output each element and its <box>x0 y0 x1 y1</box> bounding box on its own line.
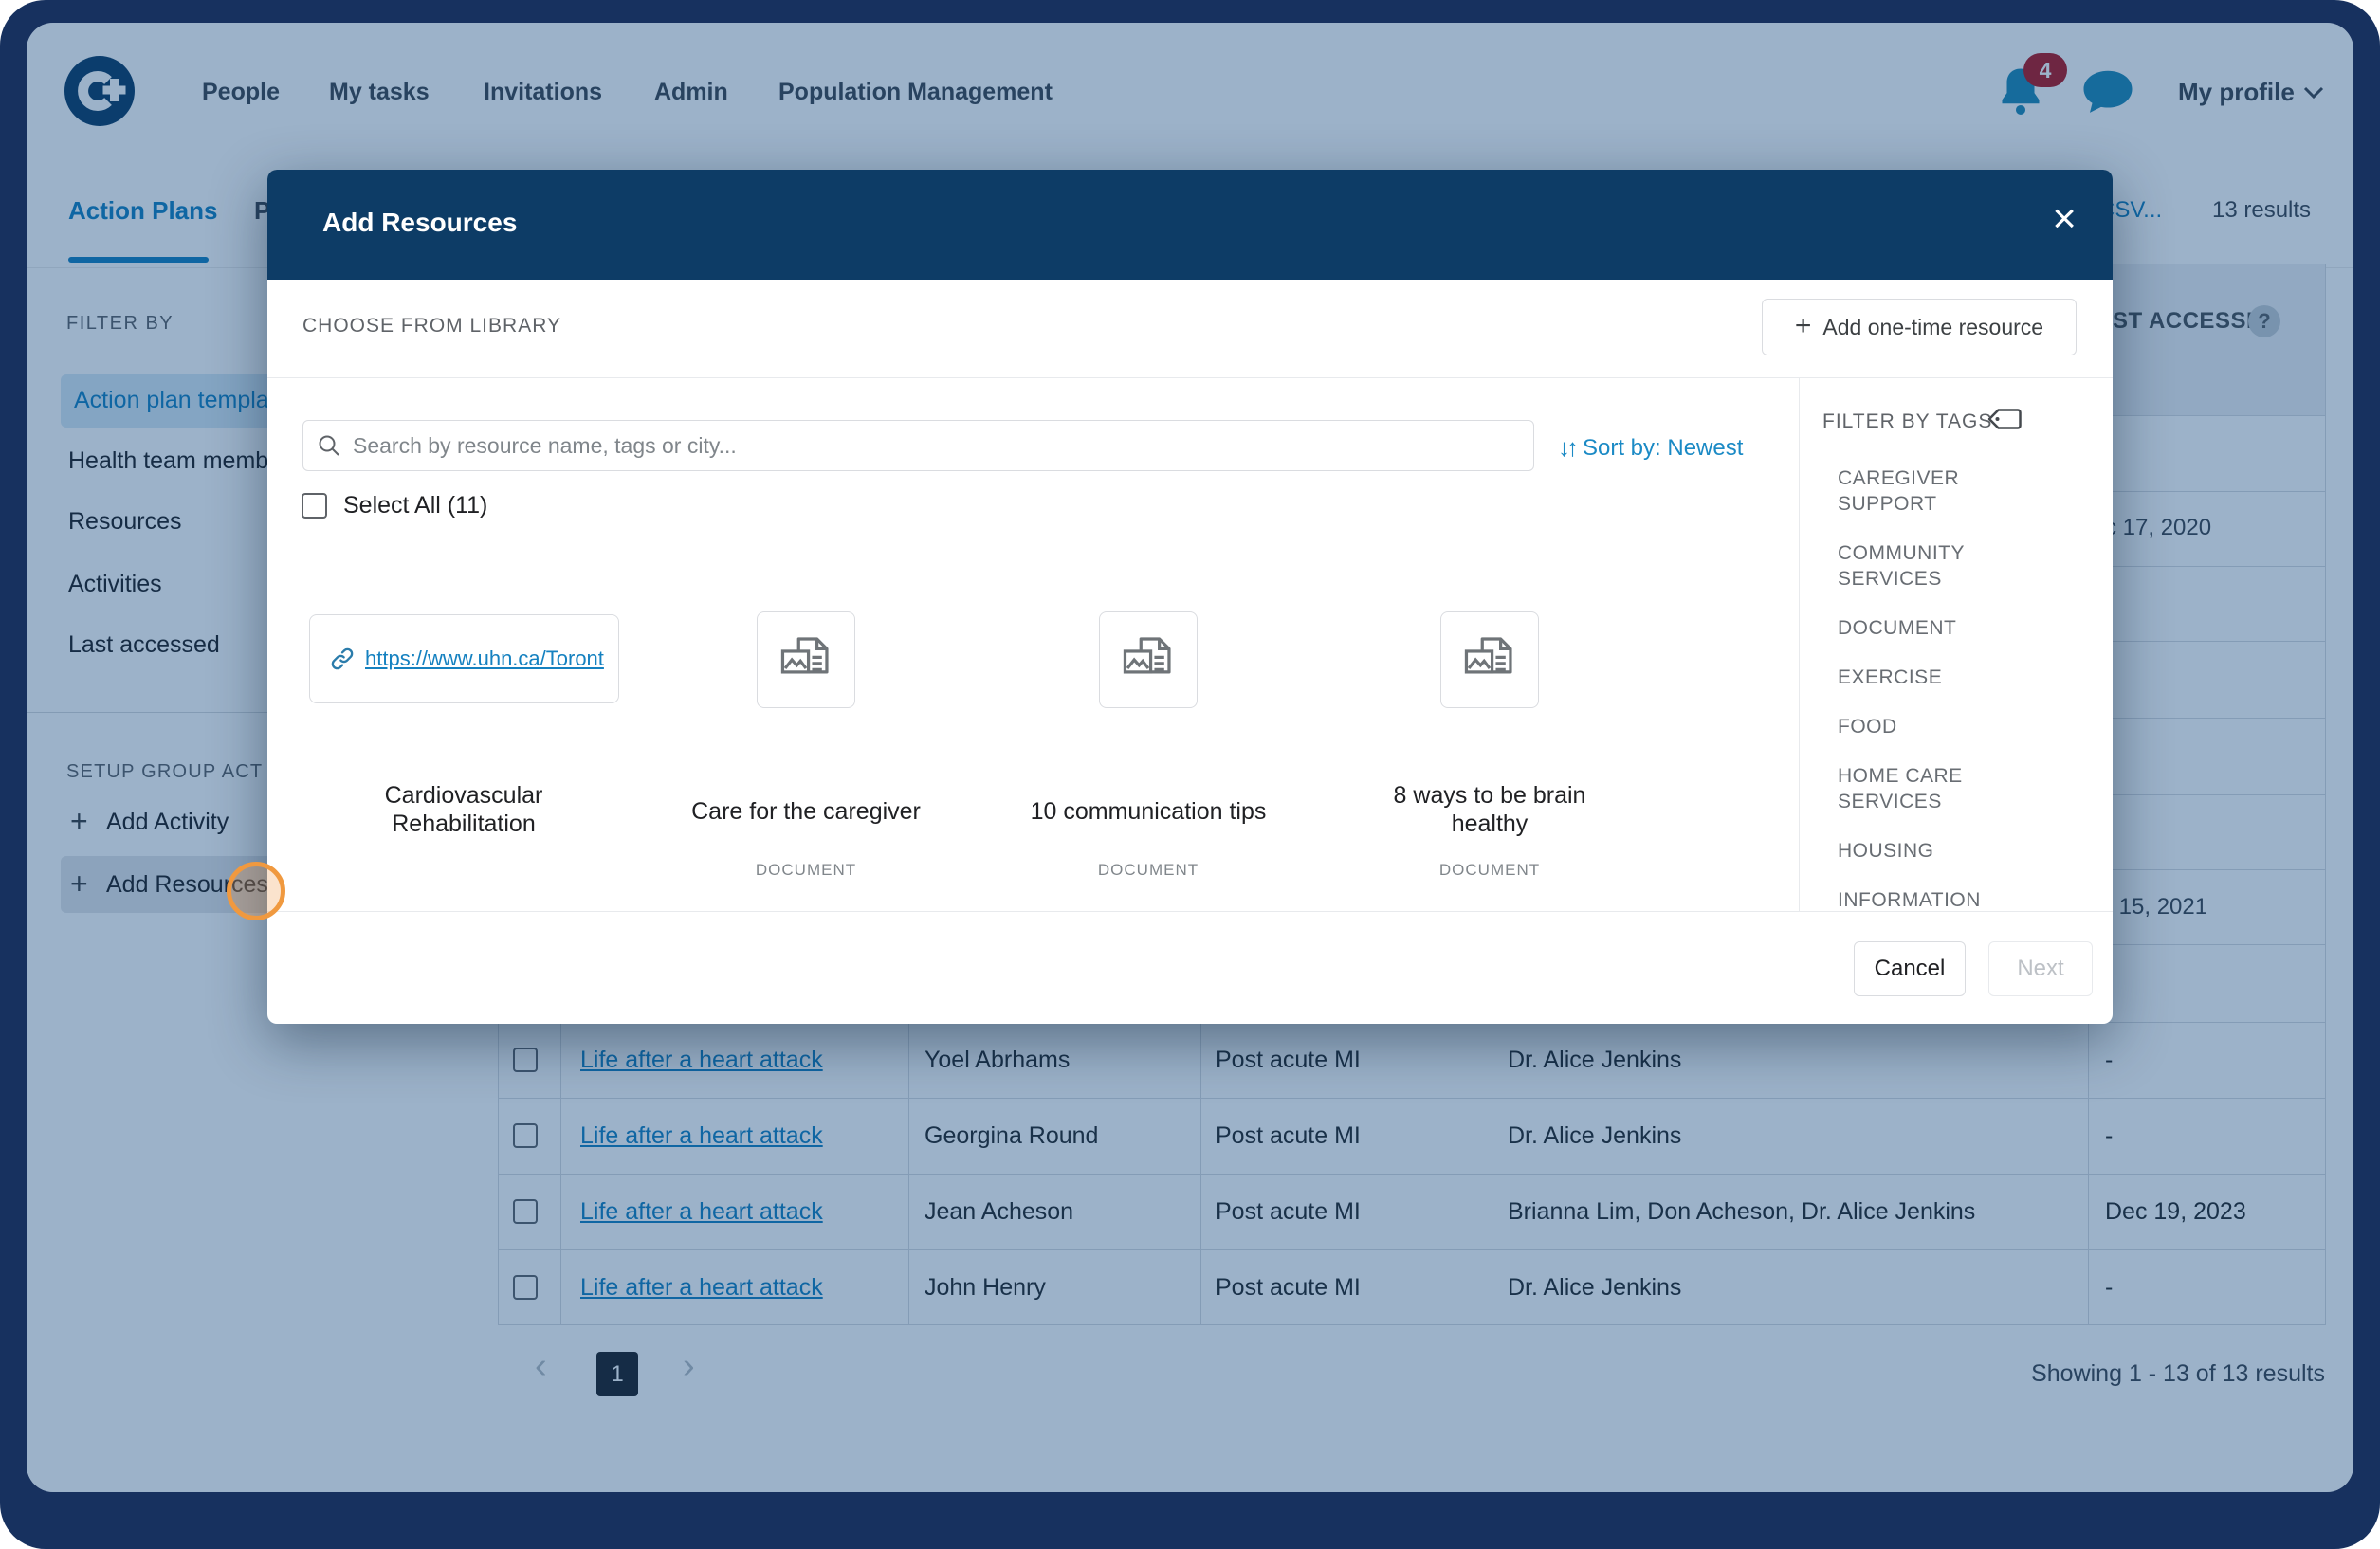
resource-thumbnail[interactable] <box>1440 611 1539 708</box>
resource-type-label: DOCUMENT <box>1333 861 1646 880</box>
resource-card-link-preview[interactable]: https://www.uhn.ca/Toront <box>309 614 619 703</box>
modal-divider <box>267 377 2113 378</box>
tag-icon <box>1986 407 2022 431</box>
tag-filter-item[interactable]: EXERCISE <box>1838 665 2004 690</box>
resource-thumbnail[interactable] <box>757 611 855 708</box>
select-all-label: Select All (11) <box>343 492 487 519</box>
search-input[interactable] <box>351 432 1533 460</box>
next-button[interactable]: Next <box>1988 941 2093 996</box>
resource-url-link[interactable]: https://www.uhn.ca/Toront <box>365 647 604 671</box>
resource-title: 10 communication tips <box>992 797 1305 826</box>
resource-search-box <box>302 420 1534 471</box>
window-frame: People My tasks Invitations Admin Popula… <box>0 0 2380 1549</box>
document-image-icon <box>1119 630 1178 689</box>
tags-panel-divider <box>1799 378 1800 911</box>
cancel-button[interactable]: Cancel <box>1854 941 1966 996</box>
resource-thumbnail[interactable] <box>1099 611 1198 708</box>
resource-title: Cardiovascular Rehabilitation <box>350 781 577 838</box>
tag-filter-item[interactable]: HOME CARE SERVICES <box>1838 763 2004 814</box>
tag-filter-item[interactable]: DOCUMENT <box>1838 615 2004 641</box>
resource-title: Care for the caregiver <box>650 797 962 826</box>
sort-arrows-icon: ↓↑ <box>1558 433 1575 463</box>
resource-type-label: DOCUMENT <box>650 861 962 880</box>
resource-title: 8 ways to be brain healthy <box>1376 781 1603 838</box>
add-one-time-resource-button[interactable]: + Add one-time resource <box>1762 299 2077 355</box>
search-icon <box>317 433 341 458</box>
sort-label: Sort by: Newest <box>1583 435 1743 462</box>
filter-by-tags-heading: FILTER BY TAGS <box>1822 410 1992 433</box>
tag-filter-item[interactable]: HOUSING <box>1838 838 2004 864</box>
tags-list: CAREGIVER SUPPORT COMMUNITY SERVICES DOC… <box>1838 465 2004 937</box>
tag-filter-item[interactable]: CAREGIVER SUPPORT <box>1838 465 2004 517</box>
modal-footer-divider <box>267 911 2113 912</box>
tag-filter-item[interactable]: INFORMATION <box>1838 887 2004 913</box>
plus-icon: + <box>1795 310 1812 342</box>
document-image-icon <box>1460 630 1519 689</box>
modal-header <box>267 170 2113 280</box>
sort-control[interactable]: ↓↑ Sort by: Newest <box>1558 433 1743 463</box>
click-indicator-ring <box>227 862 285 920</box>
select-all-checkbox[interactable] <box>302 493 327 519</box>
document-image-icon <box>777 630 835 689</box>
link-icon <box>329 646 356 672</box>
choose-from-library-heading: CHOOSE FROM LIBRARY <box>302 315 561 337</box>
app-canvas: People My tasks Invitations Admin Popula… <box>27 23 2353 1492</box>
tag-filter-item[interactable]: FOOD <box>1838 714 2004 739</box>
add-resources-modal: Add Resources × CHOOSE FROM LIBRARY + Ad… <box>267 170 2113 1024</box>
modal-title: Add Resources <box>322 208 517 238</box>
close-icon[interactable]: × <box>2052 198 2077 240</box>
resource-type-label: DOCUMENT <box>992 861 1305 880</box>
tag-filter-item[interactable]: COMMUNITY SERVICES <box>1838 540 2004 592</box>
